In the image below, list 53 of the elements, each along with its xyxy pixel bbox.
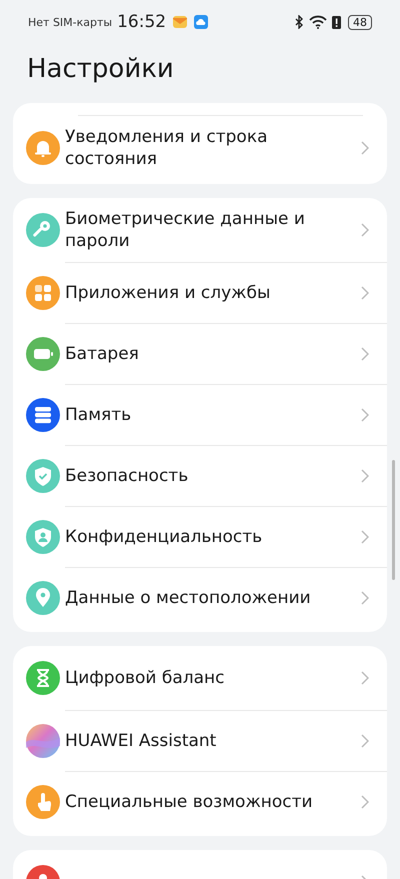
settings-item[interactable]: Приложения и службы — [65, 262, 387, 323]
location-icon — [26, 581, 60, 615]
settings-item[interactable]: Батарея — [65, 323, 387, 384]
chevron-icon — [361, 734, 369, 748]
item-label: Безопасность — [65, 465, 190, 488]
wifi-icon — [309, 15, 327, 29]
chevron-icon — [361, 141, 369, 155]
accessibility-icon — [26, 785, 60, 819]
mail-icon — [172, 14, 188, 30]
bluetooth-icon — [294, 15, 304, 29]
chevron-icon — [361, 469, 369, 483]
alert-icon — [332, 15, 341, 29]
privacy-icon — [26, 520, 60, 554]
item-label: Биометрические данные и пароли — [65, 208, 306, 253]
chevron-icon — [361, 347, 369, 361]
apps-icon — [26, 276, 60, 310]
item-label: Цифровой баланс — [65, 667, 226, 690]
chevron-icon — [361, 795, 369, 809]
settings-item[interactable]: Память — [65, 384, 387, 445]
chevron-icon — [361, 223, 369, 237]
settings-item[interactable]: Данные о местоположении — [65, 567, 387, 628]
settings-item[interactable]: Конфиденциальность — [65, 506, 387, 567]
item-label: HUAWEI Assistant — [65, 730, 218, 753]
chevron-icon — [361, 408, 369, 422]
carrier-text: Нет SIM-карты — [28, 16, 112, 28]
page-title: Настройки — [27, 54, 175, 86]
item-label: Приложения и службы — [65, 282, 272, 305]
chevron-icon — [361, 591, 369, 605]
battery-icon — [26, 337, 60, 371]
settings-item[interactable]: Биометрические данные и пароли — [65, 198, 387, 262]
chevron-icon — [361, 530, 369, 544]
battery-level: 48 — [348, 14, 372, 30]
settings-item[interactable]: Безопасность — [65, 445, 387, 506]
settings-item[interactable]: HUAWEI Assistant — [65, 710, 387, 771]
shield-icon — [26, 459, 60, 493]
item-label: Конфиденциальность — [65, 526, 264, 549]
clock: 16:52 — [117, 12, 166, 32]
settings-item[interactable]: Специальные возможности — [65, 771, 387, 832]
item-label: Память — [65, 404, 132, 427]
settings-item[interactable]: Цифровой баланс — [65, 646, 387, 710]
item-label: Данные о местоположении — [65, 587, 312, 610]
settings-item[interactable]: Уведомления и строка состояния — [65, 116, 387, 180]
item-label: Уведомления и строка состояния — [65, 126, 269, 171]
bell-icon — [26, 131, 60, 165]
assistant-icon — [26, 724, 60, 758]
storage-icon — [26, 398, 60, 432]
item-label: Специальные возможности — [65, 791, 314, 814]
chevron-icon — [361, 286, 369, 300]
hourglass-icon — [26, 661, 60, 695]
key-icon — [26, 213, 60, 247]
cloud-icon — [193, 14, 210, 30]
chevron-icon — [361, 671, 369, 685]
item-label: Батарея — [65, 343, 140, 366]
